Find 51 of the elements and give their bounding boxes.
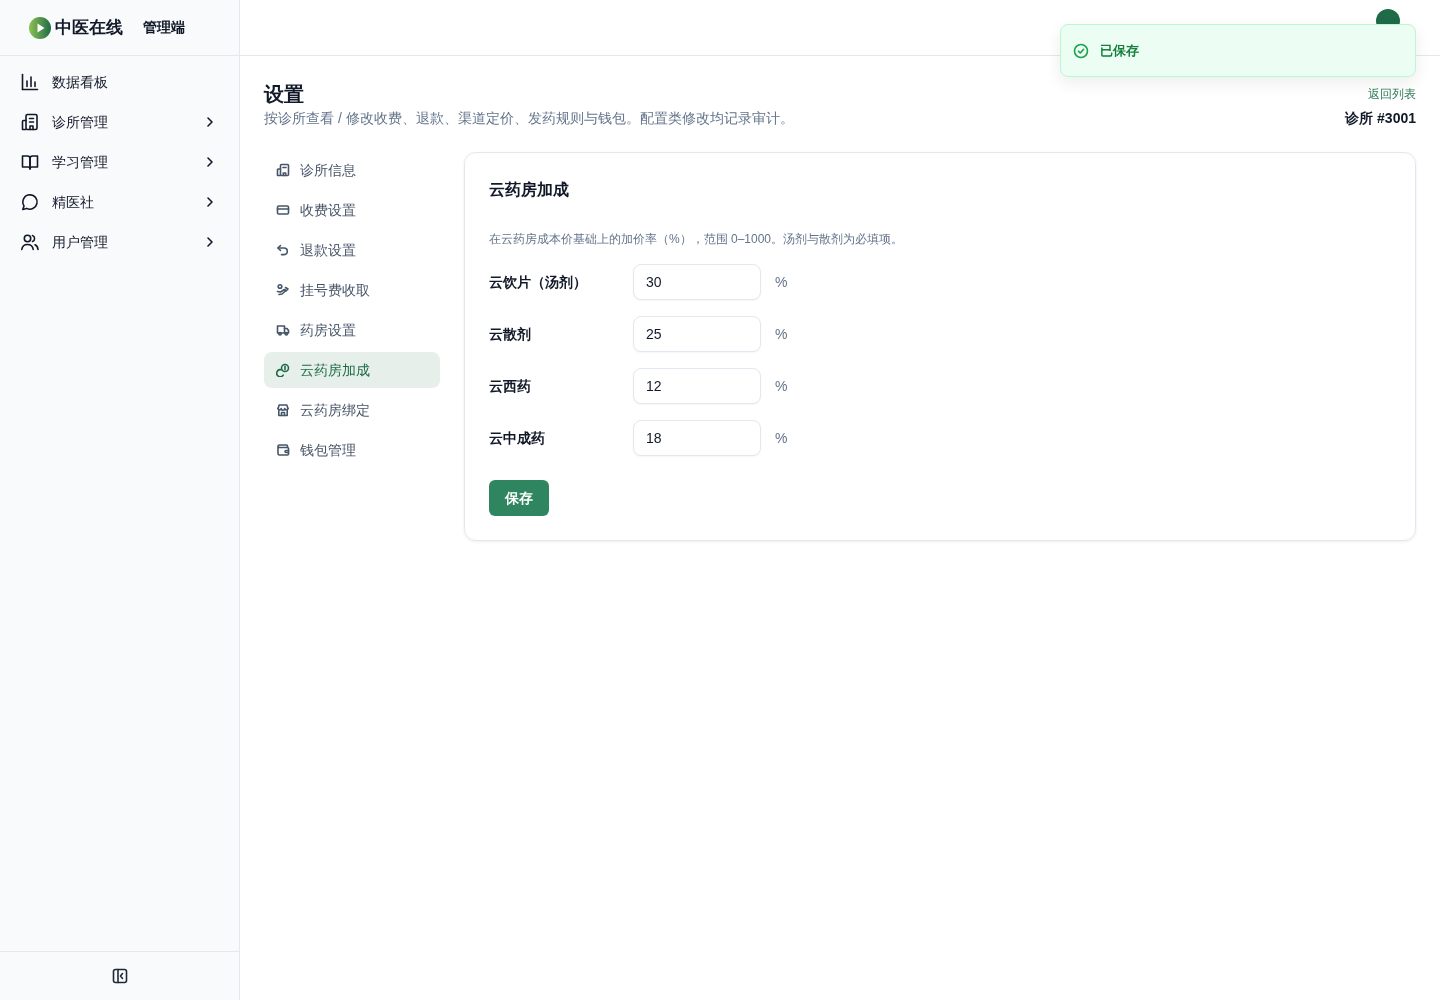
settings-tab[interactable]: 退款设置 (264, 232, 440, 268)
percent-unit: % (775, 428, 788, 448)
collapse-sidebar-icon[interactable] (111, 968, 128, 984)
settings-tab[interactable]: 云药房加成 (264, 352, 440, 388)
field-label: 云西药 (489, 376, 532, 396)
percent-unit: % (775, 376, 788, 396)
page-subtitle: 按诊所查看 / 修改收费、退款、渠道定价、发药规则与钱包。配置类修改均记录审计。 (264, 109, 794, 128)
field-label: 云中成药 (489, 428, 546, 448)
coins-icon (276, 363, 290, 377)
sidebar-item[interactable]: 诊所管理 (0, 102, 239, 142)
hand-coins-icon (276, 283, 290, 297)
card-description: 在云药房成本价基础上的加价率（%），范围 0–1000。汤剂与散剂为必填项。 (489, 231, 905, 247)
save-button[interactable]: 保存 (489, 480, 549, 516)
check-circle-icon (1073, 42, 1089, 59)
sidebar-item[interactable]: 用户管理 (0, 222, 239, 262)
speech-bubble-icon (20, 192, 40, 212)
open-book-icon (20, 152, 40, 172)
sidebar-item[interactable]: 数据看板 (0, 62, 239, 102)
wallet-icon (276, 443, 290, 457)
settings-tab[interactable]: 诊所信息 (264, 152, 440, 188)
toast-message: 已保存 (1100, 41, 1139, 60)
truck-icon (276, 323, 290, 337)
back-link[interactable]: 返回列表 (1368, 86, 1416, 102)
field-label: 云散剂 (489, 324, 532, 344)
sidebar-item[interactable]: 精医社 (0, 182, 239, 222)
play-logo-icon (29, 16, 51, 39)
users-icon (20, 232, 40, 252)
card-title: 云药房加成 (489, 180, 570, 200)
percent-unit: % (775, 324, 788, 344)
number-input[interactable]: 12 (633, 368, 761, 404)
settings-tab[interactable]: 收费设置 (264, 192, 440, 228)
building-icon (276, 163, 290, 177)
undo-arrow-icon (276, 243, 290, 257)
settings-tab[interactable]: 云药房绑定 (264, 392, 440, 428)
credit-card-icon (276, 203, 290, 217)
number-input[interactable]: 18 (633, 420, 761, 456)
settings-tab[interactable]: 药房设置 (264, 312, 440, 348)
building-icon (20, 112, 40, 132)
sidebar-item[interactable]: 学习管理 (0, 142, 239, 182)
percent-unit: % (775, 272, 788, 292)
brand-suffix: 管理端 (143, 18, 185, 37)
bar-chart-icon (20, 72, 40, 92)
brand-name: 中医在线 (55, 16, 123, 39)
clinic-label: 诊所 #3001 (1345, 109, 1416, 128)
page-title: 设置 (264, 82, 305, 107)
settings-tab[interactable]: 钱包管理 (264, 432, 440, 468)
store-icon (276, 403, 290, 417)
number-input[interactable]: 30 (633, 264, 761, 300)
settings-tab[interactable]: 挂号费收取 (264, 272, 440, 308)
field-label: 云饮片（汤剂） (489, 272, 588, 292)
number-input[interactable]: 25 (633, 316, 761, 352)
